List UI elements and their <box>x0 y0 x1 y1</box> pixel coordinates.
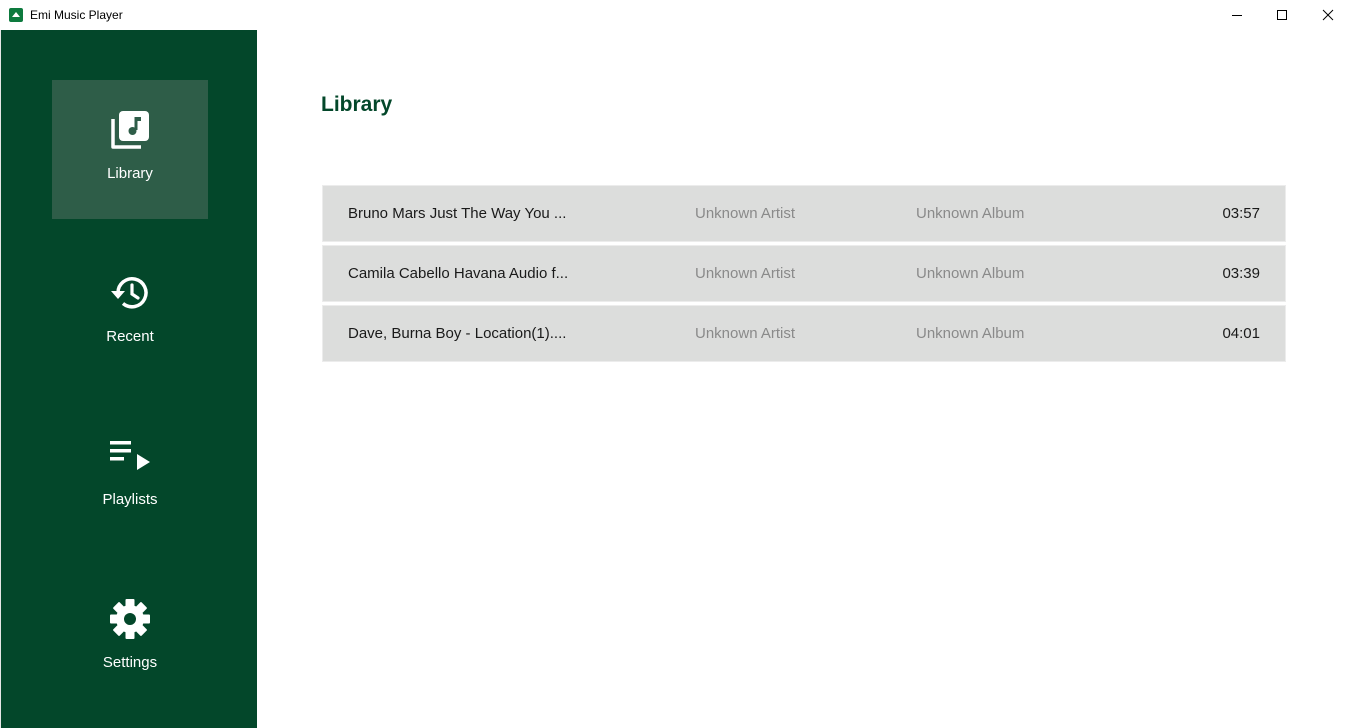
track-title: Camila Cabello Havana Audio f... <box>348 265 569 282</box>
track-duration: 03:57 <box>1222 205 1260 222</box>
track-duration: 04:01 <box>1222 325 1260 342</box>
sidebar-item-settings[interactable]: Settings <box>52 569 208 708</box>
window-title: Emi Music Player <box>30 8 123 22</box>
sidebar-item-playlists[interactable]: Playlists <box>52 406 208 545</box>
gear-icon <box>109 598 151 640</box>
sidebar-item-label: Library <box>107 165 153 182</box>
track-duration: 03:39 <box>1222 265 1260 282</box>
track-album: Unknown Album <box>916 325 1025 342</box>
track-artist: Unknown Artist <box>695 265 796 282</box>
sidebar-item-label: Playlists <box>102 491 158 508</box>
maximize-icon <box>1277 10 1287 20</box>
maximize-button[interactable] <box>1259 0 1305 30</box>
track-row[interactable]: Camila Cabello Havana Audio f... Unknown… <box>322 245 1286 302</box>
track-row[interactable]: Bruno Mars Just The Way You ... Unknown … <box>322 185 1286 242</box>
sidebar-item-recent[interactable]: Recent <box>52 243 208 382</box>
history-icon <box>109 272 151 314</box>
minimize-button[interactable] <box>1214 0 1260 30</box>
track-list: Bruno Mars Just The Way You ... Unknown … <box>322 185 1286 365</box>
track-title: Bruno Mars Just The Way You ... <box>348 205 567 222</box>
page-title: Library <box>321 93 393 116</box>
minimize-icon <box>1232 15 1242 16</box>
track-album: Unknown Album <box>916 265 1025 282</box>
playlist-play-icon <box>109 435 151 477</box>
sidebar-item-label: Recent <box>106 328 154 345</box>
close-button[interactable] <box>1305 0 1348 30</box>
app-logo-icon <box>9 8 23 22</box>
track-row[interactable]: Dave, Burna Boy - Location(1).... Unknow… <box>322 305 1286 362</box>
library-music-icon <box>109 109 151 151</box>
sidebar-nav: Library Recent Playlists Settings <box>0 30 257 728</box>
track-artist: Unknown Artist <box>695 325 796 342</box>
title-bar: Emi Music Player <box>0 0 1348 30</box>
track-album: Unknown Album <box>916 205 1025 222</box>
app-window: Emi Music Player Library Recent Playlist… <box>0 0 1348 728</box>
track-title: Dave, Burna Boy - Location(1).... <box>348 325 567 342</box>
sidebar-item-label: Settings <box>102 654 158 671</box>
sidebar-item-library[interactable]: Library <box>52 80 208 219</box>
track-artist: Unknown Artist <box>695 205 796 222</box>
close-icon <box>1322 9 1334 21</box>
